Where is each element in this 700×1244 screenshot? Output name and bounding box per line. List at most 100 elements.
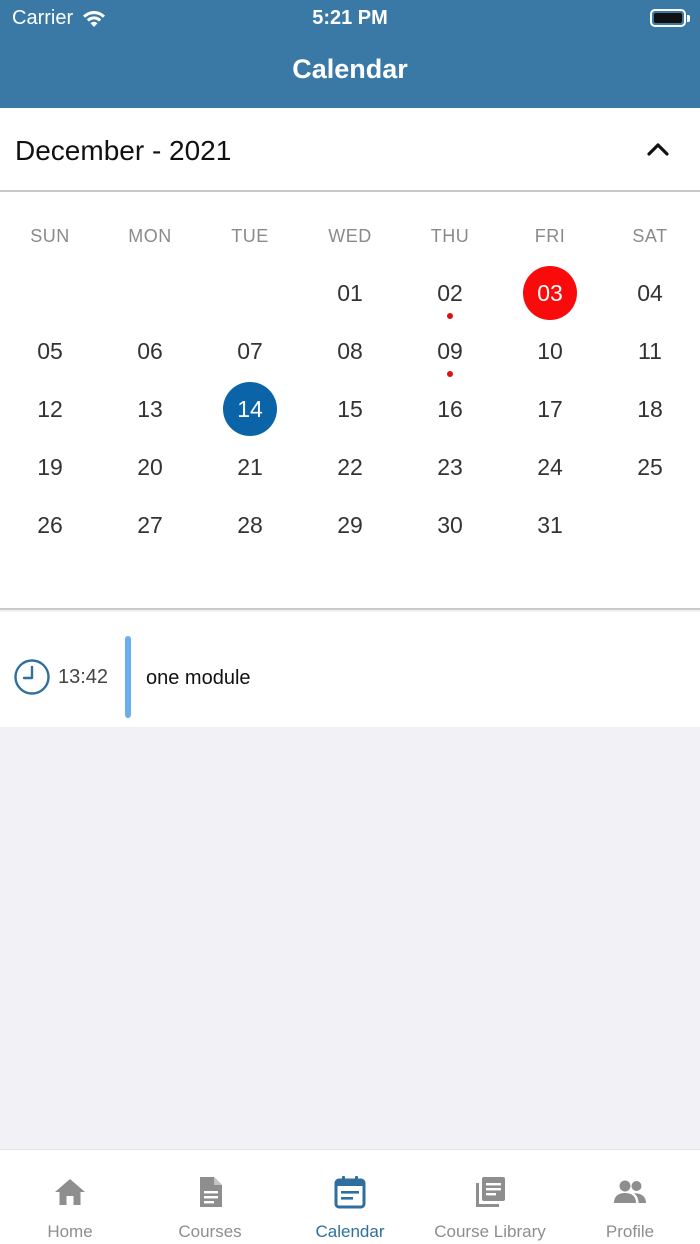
weekday-mon: MON (128, 226, 172, 246)
month-label: December - 2021 (15, 135, 232, 166)
tab-course-library[interactable]: Course Library (420, 1150, 560, 1244)
people-icon (614, 1180, 646, 1203)
weekday-thu: THU (430, 226, 470, 246)
tab-calendar-label: Calendar (315, 1222, 385, 1241)
tab-home[interactable]: Home (0, 1150, 140, 1244)
weekday-header: SUN MON TUE WED THU FRI SAT (0, 226, 700, 250)
day-number: 11 (638, 337, 662, 364)
day-number: 02 (437, 279, 463, 306)
calendar-day-20[interactable]: 20 (100, 438, 200, 496)
tab-courses[interactable]: Courses (140, 1150, 280, 1244)
calendar-day-09[interactable]: 09 (400, 322, 500, 380)
calendar-week: 19 20 21 22 23 24 25 (0, 438, 700, 496)
calendar-day-08[interactable]: 08 (300, 322, 400, 380)
calendar-days: 01 02 03 04 05 06 07 08 09 10 11 12 13 14 15 16 17 18 19 20… (0, 264, 700, 554)
calendar-day-12[interactable]: 12 (0, 380, 100, 438)
calendar-day-14[interactable]: 14 (200, 380, 300, 438)
day-number: 12 (37, 395, 63, 422)
day-number: 05 (37, 337, 63, 364)
day-number: 26 (37, 511, 63, 538)
calendar-day-empty (100, 264, 200, 322)
tab-calendar[interactable]: Calendar (280, 1150, 420, 1244)
day-number: 14 (223, 382, 277, 436)
day-number: 09 (437, 337, 463, 364)
weekday-wed: WED (328, 226, 372, 246)
home-icon (55, 1179, 85, 1205)
calendar-day-06[interactable]: 06 (100, 322, 200, 380)
tab-courses-label: Courses (178, 1222, 242, 1241)
weekday-tue: TUE (231, 226, 269, 246)
calendar-day-24[interactable]: 24 (500, 438, 600, 496)
app-header: Carrier 5:21 PM Calendar (0, 0, 700, 108)
weekday-sat: SAT (632, 226, 668, 246)
day-number: 17 (537, 395, 563, 422)
event-title: one module (146, 667, 251, 689)
calendar-day-04[interactable]: 04 (600, 264, 700, 322)
calendar-day-25[interactable]: 25 (600, 438, 700, 496)
day-number: 10 (537, 337, 563, 364)
calendar-day-19[interactable]: 19 (0, 438, 100, 496)
calendar-day-22[interactable]: 22 (300, 438, 400, 496)
day-number: 30 (437, 511, 463, 538)
chevron-up-icon[interactable] (644, 136, 672, 164)
status-bar: Carrier 5:21 PM (0, 0, 700, 36)
day-number: 15 (337, 395, 363, 422)
day-number: 28 (237, 511, 263, 538)
tab-home-label: Home (47, 1222, 93, 1241)
calendar-day-26[interactable]: 26 (0, 496, 100, 554)
day-number: 24 (537, 453, 563, 480)
calendar-day-27[interactable]: 27 (100, 496, 200, 554)
event-item[interactable]: 13:42 one module (0, 612, 700, 727)
calendar-day-30[interactable]: 30 (400, 496, 500, 554)
calendar-day-18[interactable]: 18 (600, 380, 700, 438)
event-dot (447, 313, 453, 319)
calendar-day-empty (200, 264, 300, 322)
day-number: 23 (437, 453, 463, 480)
event-time: 13:42 (58, 666, 109, 688)
calendar-week: 26 27 28 29 30 31 (0, 496, 700, 554)
calendar-icon (334, 1176, 366, 1209)
tab-course-library-label: Course Library (434, 1222, 546, 1241)
calendar-day-11[interactable]: 11 (600, 322, 700, 380)
calendar-day-28[interactable]: 28 (200, 496, 300, 554)
day-number: 29 (337, 511, 363, 538)
calendar-day-05[interactable]: 05 (0, 322, 100, 380)
calendar-day-empty (600, 496, 700, 554)
library-icon (476, 1177, 505, 1207)
calendar-day-15[interactable]: 15 (300, 380, 400, 438)
calendar-day-23[interactable]: 23 (400, 438, 500, 496)
clock-icon (14, 659, 50, 695)
day-number: 21 (237, 453, 263, 480)
calendar-grid: SUN MON TUE WED THU FRI SAT 01 02 03 04 05 06 07 08 09… (0, 192, 700, 610)
document-icon (200, 1177, 222, 1207)
calendar-day-empty (0, 264, 100, 322)
calendar-day-01[interactable]: 01 (300, 264, 400, 322)
calendar-day-21[interactable]: 21 (200, 438, 300, 496)
calendar-day-02[interactable]: 02 (400, 264, 500, 322)
month-bar[interactable]: December - 2021 (0, 108, 700, 192)
day-number: 22 (337, 453, 363, 480)
calendar-day-03[interactable]: 03 (500, 264, 600, 322)
event-color-bar (125, 636, 131, 718)
tab-profile[interactable]: Profile (560, 1150, 700, 1244)
event-dot (447, 371, 453, 377)
day-number: 01 (337, 279, 363, 306)
calendar-day-16[interactable]: 16 (400, 380, 500, 438)
weekday-sun: SUN (30, 226, 70, 246)
day-number: 31 (537, 511, 563, 538)
day-number: 04 (637, 279, 663, 306)
day-number: 07 (237, 337, 263, 364)
calendar-week: 01 02 03 04 (0, 264, 700, 322)
calendar-day-17[interactable]: 17 (500, 380, 600, 438)
day-number: 08 (337, 337, 363, 364)
calendar-day-13[interactable]: 13 (100, 380, 200, 438)
day-number: 03 (523, 266, 577, 320)
day-number: 25 (637, 453, 663, 480)
calendar-day-07[interactable]: 07 (200, 322, 300, 380)
bottom-tab-bar: Home Courses Calendar Course Library Pro… (0, 1149, 700, 1244)
calendar-day-31[interactable]: 31 (500, 496, 600, 554)
calendar-day-29[interactable]: 29 (300, 496, 400, 554)
day-number: 16 (437, 395, 463, 422)
day-number: 20 (137, 453, 163, 480)
calendar-day-10[interactable]: 10 (500, 322, 600, 380)
